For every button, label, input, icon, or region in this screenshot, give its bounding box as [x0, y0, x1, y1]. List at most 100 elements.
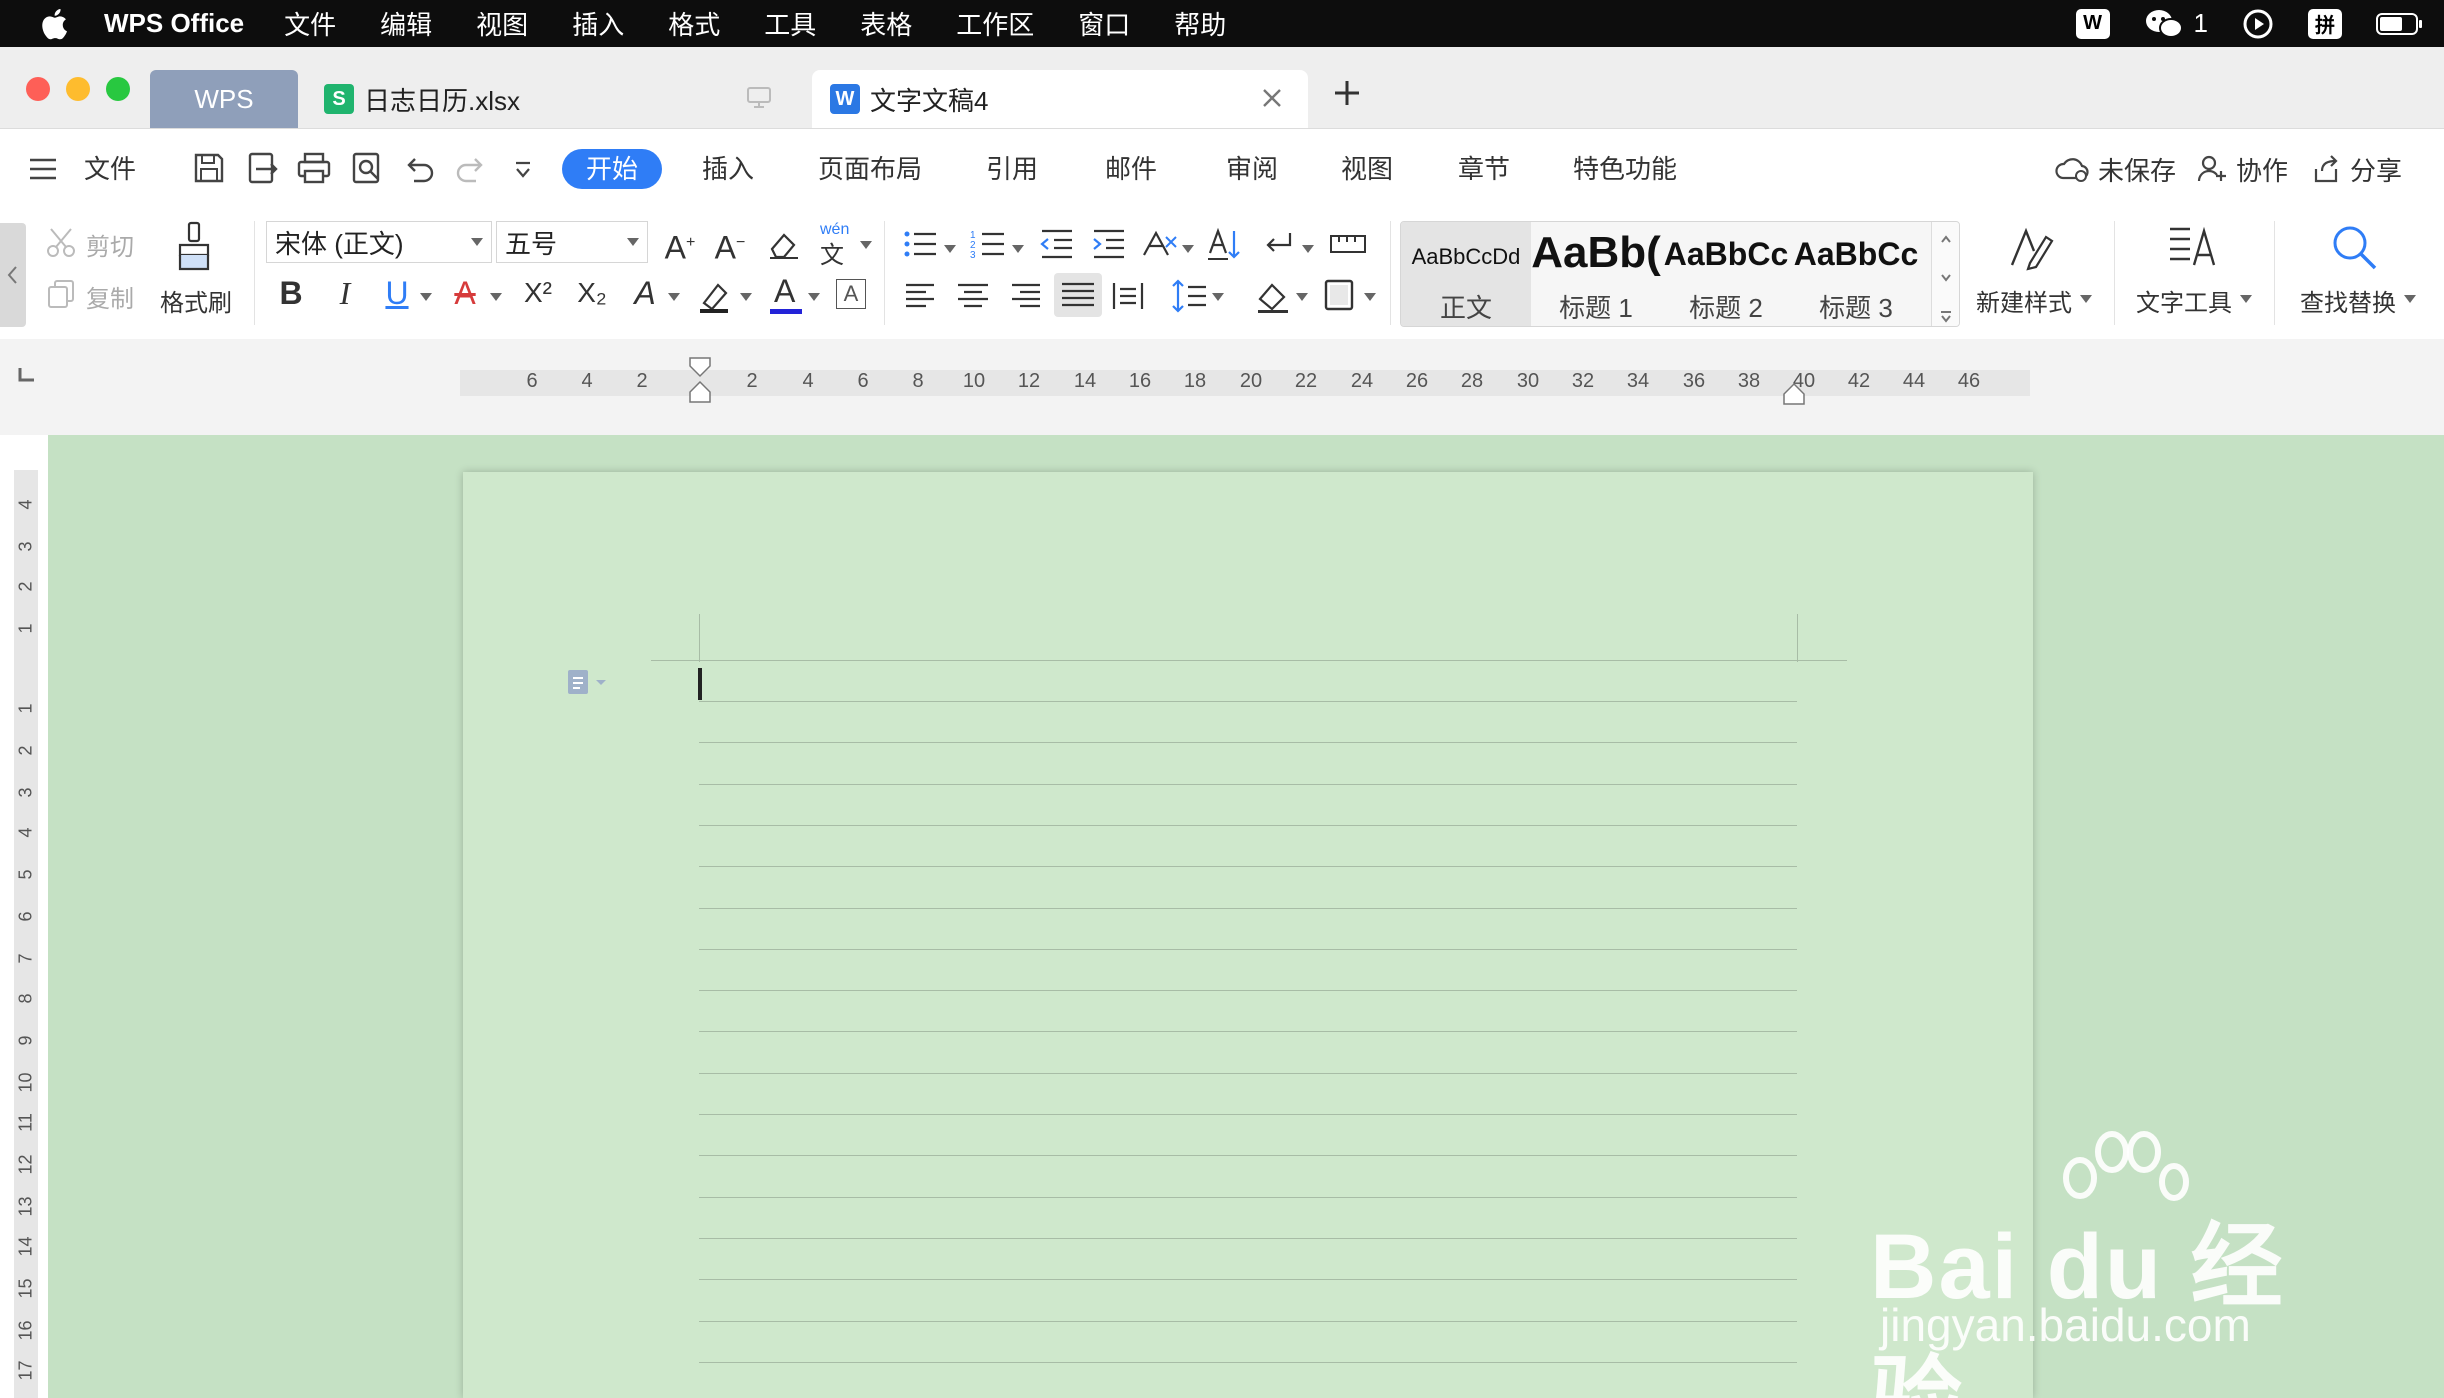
first-line-indent-marker[interactable]: [688, 356, 712, 416]
tab-page-layout[interactable]: 页面布局: [818, 149, 922, 189]
font-size-select[interactable]: 五号: [496, 221, 648, 263]
superscript-button[interactable]: X²: [516, 273, 560, 313]
character-border-button[interactable]: A: [836, 279, 866, 309]
bullet-list-icon[interactable]: [902, 227, 942, 261]
borders-icon[interactable]: [1322, 277, 1360, 315]
chevron-down-icon[interactable]: [2080, 295, 2092, 303]
clear-format-icon[interactable]: [766, 227, 802, 261]
chevron-down-icon[interactable]: [1212, 293, 1224, 301]
chevron-up-icon[interactable]: [1932, 222, 1960, 256]
pinyin-guide-button[interactable]: wén 文: [816, 221, 872, 269]
format-painter-button[interactable]: 格式刷: [160, 283, 232, 318]
input-method-indicator[interactable]: 拼: [2308, 8, 2342, 39]
style-gallery-scroller[interactable]: [1931, 222, 1959, 326]
menu-file[interactable]: 文件: [284, 5, 336, 42]
close-icon[interactable]: [1258, 84, 1286, 112]
chevron-down-icon[interactable]: [490, 293, 502, 301]
tab-review[interactable]: 审阅: [1226, 149, 1278, 189]
chevron-down-icon[interactable]: [1364, 293, 1376, 301]
play-circle-icon[interactable]: [2242, 8, 2274, 40]
customize-toolbar-icon[interactable]: [512, 159, 534, 181]
subscript-button[interactable]: X₂: [570, 273, 614, 313]
tab-spreadsheet[interactable]: S 日志日历.xlsx: [310, 70, 790, 128]
chevron-down-icon[interactable]: [808, 293, 820, 301]
menu-table[interactable]: 表格: [860, 5, 912, 42]
redo-icon[interactable]: [452, 149, 490, 187]
menu-edit[interactable]: 编辑: [380, 5, 432, 42]
style-heading-2[interactable]: AaBbCc 标题 2: [1661, 222, 1791, 326]
search-icon[interactable]: [2330, 223, 2380, 275]
chinese-layout-icon[interactable]: [1140, 227, 1180, 261]
justify-button[interactable]: [1054, 273, 1102, 317]
decrease-font-size-icon[interactable]: A−: [710, 223, 750, 268]
line-spacing-icon[interactable]: [1170, 277, 1208, 315]
chevron-down-icon[interactable]: [420, 293, 432, 301]
paragraph-mark-icon[interactable]: [1260, 227, 1298, 261]
chevron-down-icon[interactable]: [1296, 293, 1308, 301]
vertical-ruler[interactable]: 4 3 2 1 1 2 3 4 5 6 7 8 9 10 11 12 13 14 15 16 17: [14, 470, 38, 1398]
style-normal[interactable]: AaBbCcDd 正文: [1401, 222, 1531, 326]
text-tools-icon[interactable]: [2166, 223, 2218, 273]
menu-tools[interactable]: 工具: [764, 5, 816, 42]
right-indent-marker[interactable]: [1782, 382, 1806, 410]
copy-button[interactable]: 复制: [86, 279, 134, 314]
chevron-down-icon[interactable]: [668, 293, 680, 301]
expand-gallery-icon[interactable]: [1932, 300, 1960, 327]
share-button[interactable]: 分享: [2310, 149, 2402, 189]
print-icon[interactable]: [295, 149, 333, 187]
align-center-icon[interactable]: [956, 279, 990, 313]
text-effect-button[interactable]: A: [628, 273, 662, 313]
style-heading-1[interactable]: AaBb( 标题 1: [1531, 222, 1661, 326]
font-color-button[interactable]: A: [766, 273, 806, 317]
wps-tray-icon[interactable]: W: [2075, 8, 2110, 39]
tab-stop-selector[interactable]: [16, 366, 38, 384]
ribbon-collapse-handle[interactable]: [0, 223, 26, 327]
align-left-icon[interactable]: [904, 279, 938, 313]
numbered-list-icon[interactable]: 1 2 3: [970, 227, 1010, 261]
format-painter-icon[interactable]: [172, 221, 216, 273]
chevron-down-icon[interactable]: [1302, 245, 1314, 253]
window-close-button[interactable]: [26, 77, 50, 101]
tab-insert[interactable]: 插入: [702, 149, 754, 189]
chevron-down-icon[interactable]: [2404, 295, 2416, 303]
apple-icon[interactable]: [38, 6, 74, 42]
new-style-button[interactable]: 新建样式: [1976, 283, 2072, 318]
distributed-align-icon[interactable]: [1110, 279, 1146, 313]
increase-font-size-icon[interactable]: A+: [660, 223, 700, 268]
app-name[interactable]: WPS Office: [104, 8, 244, 39]
add-tab-icon[interactable]: [1330, 76, 1364, 110]
font-family-select[interactable]: 宋体 (正文): [266, 221, 492, 263]
document-page[interactable]: [463, 472, 2033, 1398]
collaborate-button[interactable]: 协作: [2196, 149, 2288, 189]
shading-icon[interactable]: [1254, 277, 1294, 315]
print-preview-icon[interactable]: [348, 149, 386, 187]
tab-wps-home[interactable]: WPS: [150, 70, 298, 128]
chevron-down-icon[interactable]: [1182, 245, 1194, 253]
chevron-down-icon[interactable]: [944, 245, 956, 253]
copy-icon[interactable]: [44, 277, 78, 311]
monitor-icon[interactable]: [746, 86, 772, 110]
paste-options-button[interactable]: [566, 666, 616, 698]
chevron-down-icon[interactable]: [2240, 295, 2252, 303]
align-right-icon[interactable]: [1008, 279, 1042, 313]
menu-view[interactable]: 视图: [476, 5, 528, 42]
find-replace-button[interactable]: 查找替换: [2300, 283, 2396, 318]
style-heading-3[interactable]: AaBbCc 标题 3: [1791, 222, 1921, 326]
bold-button[interactable]: B: [274, 273, 308, 313]
new-style-icon[interactable]: [2006, 223, 2056, 273]
increase-indent-icon[interactable]: [1090, 227, 1128, 261]
menu-workspace[interactable]: 工作区: [956, 5, 1034, 42]
menu-format[interactable]: 格式: [668, 5, 720, 42]
undo-icon[interactable]: [400, 149, 438, 187]
export-pdf-icon[interactable]: [244, 149, 282, 187]
wechat-tray[interactable]: 1: [2144, 8, 2208, 40]
italic-button[interactable]: I: [328, 273, 362, 313]
menu-window[interactable]: 窗口: [1078, 5, 1130, 42]
cut-button[interactable]: 剪切: [86, 227, 134, 262]
highlight-color-icon[interactable]: [696, 277, 736, 315]
tab-references[interactable]: 引用: [986, 149, 1038, 189]
tab-document[interactable]: W 文字文稿4: [812, 70, 1308, 128]
battery-icon[interactable]: [2376, 11, 2424, 37]
menu-help[interactable]: 帮助: [1174, 5, 1226, 42]
tab-sections[interactable]: 章节: [1458, 149, 1510, 189]
